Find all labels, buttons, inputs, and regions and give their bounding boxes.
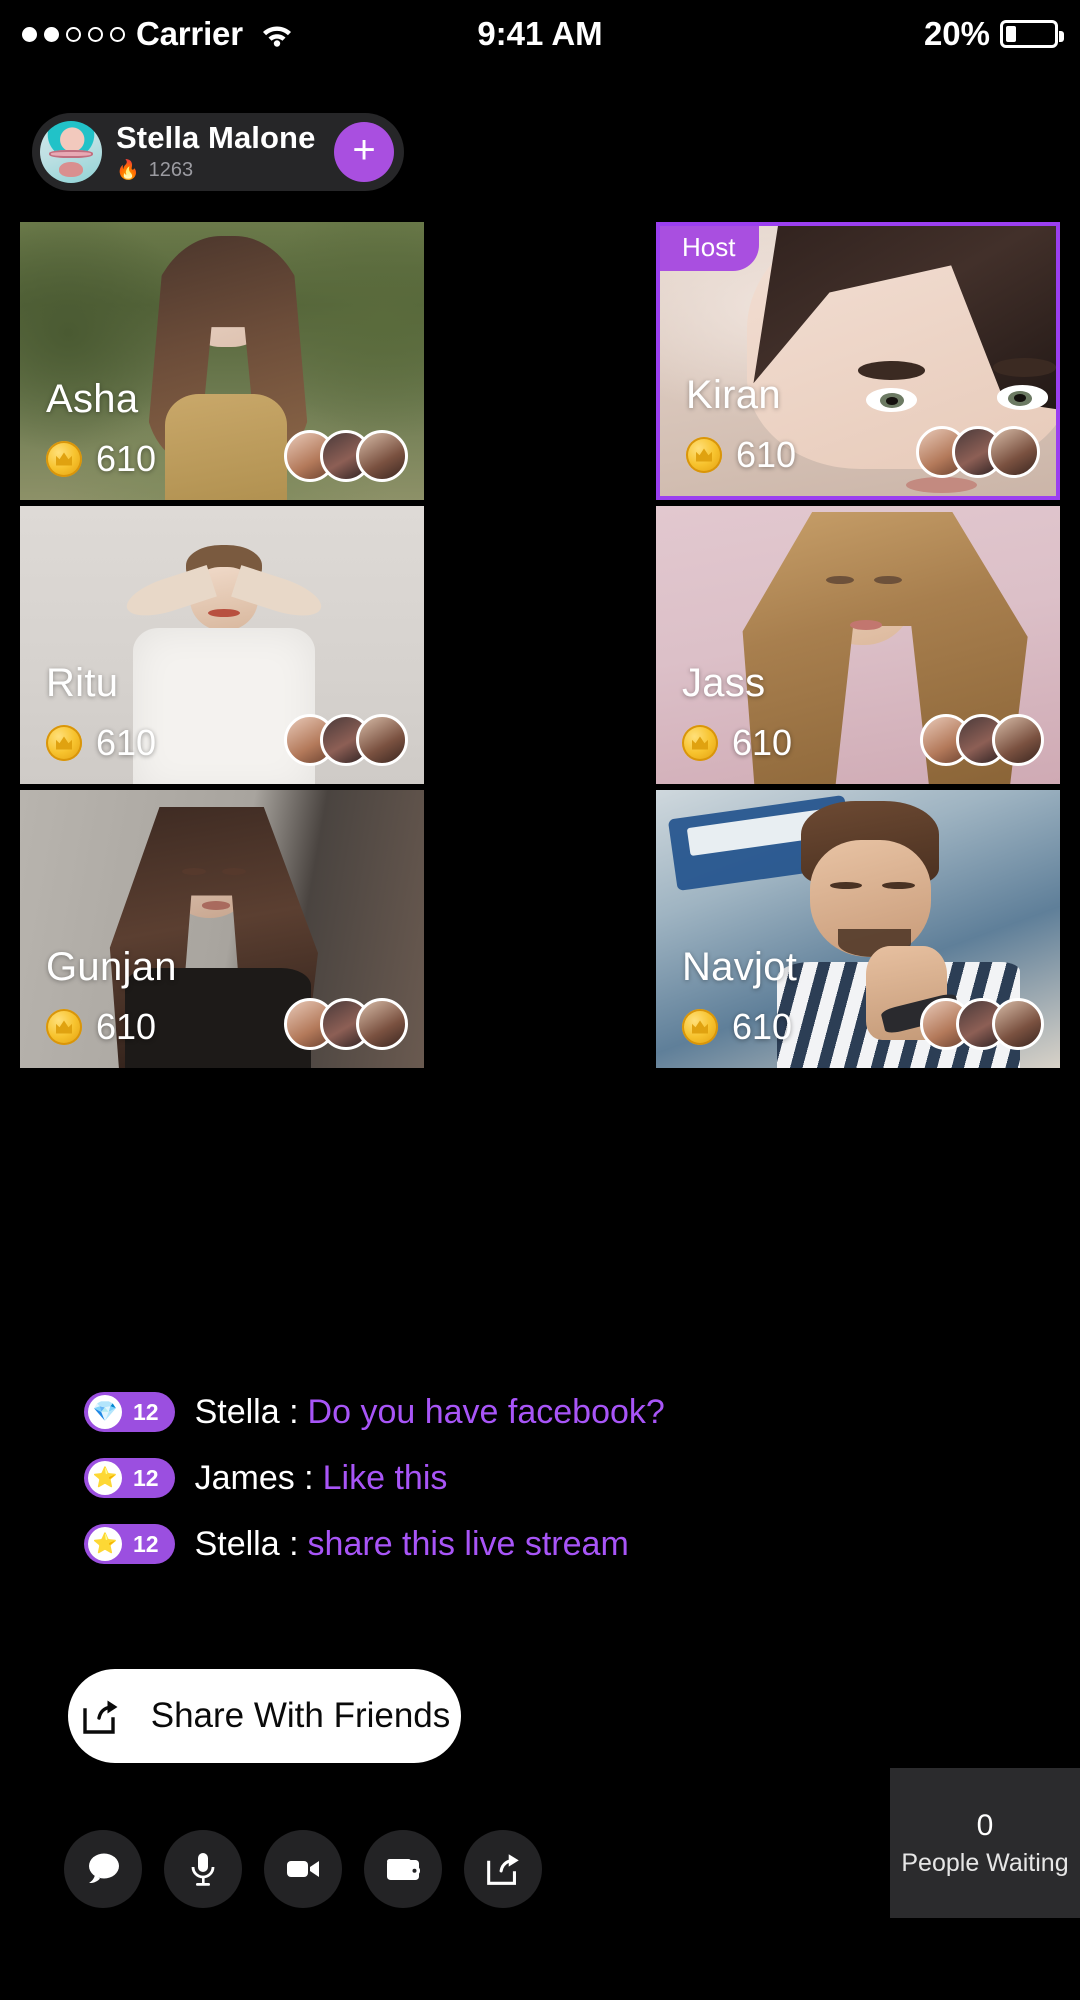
viewer-avatar-stack[interactable] — [920, 714, 1044, 766]
microphone-button[interactable] — [164, 1830, 242, 1908]
gift-badge: ⭐ 12 — [84, 1524, 175, 1564]
gift-badge: 💎 12 — [84, 1392, 175, 1432]
chat-message[interactable]: 💎 12 Stella : Do you have facebook? — [84, 1390, 1004, 1434]
microphone-icon — [182, 1848, 224, 1890]
clock-label: 9:41 AM — [477, 15, 603, 52]
chat-text: Do you have facebook? — [307, 1392, 665, 1431]
participant-name: Jass — [682, 661, 766, 705]
wallet-icon — [382, 1848, 424, 1890]
host-profile-text: Stella Malone 🔥 1263 — [116, 119, 316, 183]
add-user-button[interactable]: + — [334, 122, 394, 182]
chat-button[interactable] — [64, 1830, 142, 1908]
chat-message[interactable]: ⭐ 12 James : Like this — [84, 1456, 1004, 1500]
participant-tile-gunjan[interactable]: Gunjan 610 — [20, 790, 424, 1068]
video-camera-button[interactable] — [264, 1830, 342, 1908]
participant-name: Ritu — [46, 661, 119, 705]
participant-tile-asha[interactable]: Asha 610 — [20, 222, 424, 500]
share-button[interactable] — [464, 1830, 542, 1908]
participant-coins: 610 — [686, 434, 796, 476]
people-waiting-count: 0 — [976, 1808, 994, 1842]
participant-tile-ritu[interactable]: Ritu 610 — [20, 506, 424, 784]
viewer-avatar-stack[interactable] — [284, 714, 408, 766]
page-title: Stella Malone — [116, 119, 316, 155]
chat-username: Stella : — [194, 1392, 299, 1431]
participant-tile-navjot[interactable]: Navjot 610 — [656, 790, 1060, 1068]
coin-value: 610 — [732, 722, 793, 763]
coin-icon — [682, 1009, 718, 1045]
coin-value: 610 — [736, 434, 797, 475]
viewer-avatar-stack[interactable] — [284, 998, 408, 1050]
viewer-avatar-stack[interactable] — [284, 430, 408, 482]
viewer-avatar-stack[interactable] — [920, 998, 1044, 1050]
coin-value: 610 — [96, 722, 157, 763]
avatar — [992, 998, 1044, 1050]
host-badge: Host — [660, 226, 760, 271]
chat-bubble-icon — [82, 1848, 124, 1890]
status-bar: Carrier 9:41 AM 20% — [0, 0, 1080, 68]
chat-message-list: 💎 12 Stella : Do you have facebook? ⭐ 12… — [84, 1390, 1004, 1588]
chat-message[interactable]: ⭐ 12 Stella : share this live stream — [84, 1522, 1004, 1566]
coin-icon — [682, 725, 718, 761]
coin-icon — [46, 1009, 82, 1045]
participant-name: Gunjan — [46, 945, 177, 989]
avatar — [356, 714, 408, 766]
battery-icon — [1000, 20, 1064, 48]
share-icon — [79, 1694, 123, 1738]
avatar — [988, 426, 1040, 478]
people-waiting-panel[interactable]: 0 People Waiting — [890, 1768, 1080, 1918]
coin-icon — [46, 441, 82, 477]
coin-value: 610 — [732, 1006, 793, 1047]
chat-username: James : — [194, 1458, 314, 1497]
participant-grid: Asha 610 Host Kiran 610 Ritu 610 Jass 61… — [20, 222, 1060, 1068]
share-button-label: Share With Friends — [150, 1696, 451, 1735]
participant-name: Navjot — [682, 945, 798, 989]
gift-count: 12 — [133, 1464, 159, 1491]
coin-icon — [46, 725, 82, 761]
coin-icon — [686, 437, 722, 473]
gem-icon: 💎 — [88, 1395, 122, 1429]
viewer-avatar-stack[interactable] — [916, 426, 1040, 478]
flame-count-label: 1263 — [148, 159, 194, 182]
video-camera-icon — [282, 1848, 324, 1890]
participant-coins: 610 — [682, 722, 792, 764]
people-waiting-label: People Waiting — [901, 1848, 1069, 1877]
participant-coins: 610 — [46, 1006, 156, 1048]
participant-coins: 610 — [46, 438, 156, 480]
avatar — [40, 121, 102, 183]
participant-tile-jass[interactable]: Jass 610 — [656, 506, 1060, 784]
chat-username: Stella : — [194, 1524, 299, 1563]
participant-name: Kiran — [686, 373, 781, 417]
wallet-button[interactable] — [364, 1830, 442, 1908]
participant-tile-kiran[interactable]: Host Kiran 610 — [656, 222, 1060, 500]
participant-coins: 610 — [46, 722, 156, 764]
avatar — [356, 998, 408, 1050]
participant-coins: 610 — [682, 1006, 792, 1048]
battery-percent-label: 20% — [923, 15, 990, 52]
star-icon: ⭐ — [88, 1461, 122, 1495]
share-icon — [482, 1848, 524, 1890]
gift-badge: ⭐ 12 — [84, 1458, 175, 1498]
avatar — [356, 430, 408, 482]
coin-value: 610 — [96, 1006, 157, 1047]
chat-text: share this live stream — [307, 1524, 629, 1563]
bottom-toolbar — [64, 1830, 542, 1908]
flame-icon: 🔥 — [116, 160, 140, 182]
coin-value: 610 — [96, 438, 157, 479]
status-bar-right: 20% — [923, 15, 1064, 53]
flame-count-row: 🔥 1263 — [116, 159, 315, 182]
participant-name: Asha — [46, 377, 139, 421]
host-profile-pill[interactable]: Stella Malone 🔥 1263 + — [32, 113, 404, 191]
star-icon: ⭐ — [88, 1527, 122, 1561]
gift-count: 12 — [133, 1398, 159, 1425]
avatar — [992, 714, 1044, 766]
share-with-friends-button[interactable]: Share With Friends — [68, 1669, 461, 1763]
chat-text: Like this — [322, 1458, 448, 1497]
app-screen: Carrier 9:41 AM 20% Stella Malone 🔥 1263 — [0, 0, 1080, 2000]
gift-count: 12 — [133, 1530, 159, 1557]
